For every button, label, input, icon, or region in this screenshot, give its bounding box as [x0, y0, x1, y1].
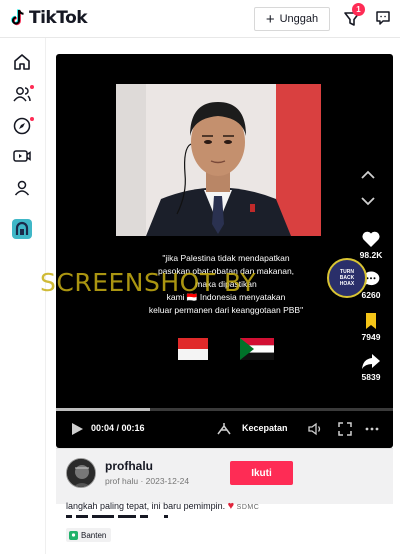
- screenshot-watermark: SCREENSHOT BY: [40, 268, 257, 297]
- author-card: profhalu prof halu · 2023-12-24 Ikuti: [56, 448, 393, 504]
- flags-row: [178, 338, 274, 360]
- home-icon[interactable]: [12, 52, 32, 72]
- share-button[interactable]: 5839: [356, 352, 386, 382]
- avatar[interactable]: [66, 458, 96, 488]
- follow-button[interactable]: Ikuti: [230, 461, 293, 485]
- video-player[interactable]: "jika Palestina tidak mendapatkan pasoka…: [56, 54, 393, 448]
- share-count: 5839: [361, 372, 381, 382]
- following-dot: [30, 85, 34, 89]
- top-bar: TikTok + Unggah 1: [0, 0, 400, 38]
- turnbackhoax-seal-icon: TURN BACK HOAX: [327, 258, 367, 298]
- progress-fill: [56, 408, 151, 411]
- more-icon[interactable]: [364, 422, 380, 436]
- avatar-image: [67, 459, 95, 487]
- video-frame-photo: [116, 84, 321, 236]
- save-count: 7949: [361, 332, 381, 342]
- caption-line: keluar permanen dari keanggotaan PBB": [148, 305, 304, 315]
- location-label: Banten: [81, 530, 107, 540]
- upload-label: Unggah: [279, 13, 319, 25]
- comment-count: 6260: [361, 290, 381, 300]
- following-icon[interactable]: [12, 84, 32, 104]
- volume-icon[interactable]: [308, 422, 324, 436]
- location-tag[interactable]: Banten: [66, 528, 112, 542]
- description-text: langkah paling tepat, ini baru pemimpin.: [66, 501, 226, 511]
- upload-button[interactable]: + Unggah: [254, 7, 330, 31]
- share-icon: [362, 354, 380, 369]
- caption-line: "jika Palestina tidak mendapatkan: [162, 253, 290, 263]
- explore-dot: [30, 117, 34, 121]
- author-username[interactable]: profhalu: [105, 459, 153, 473]
- profile-icon[interactable]: [12, 178, 32, 198]
- tiktok-logo-icon: [11, 9, 24, 26]
- time-display: 00:04 / 00:16: [91, 423, 145, 433]
- indonesia-flag-icon: [178, 338, 208, 360]
- location-pin-icon: [69, 530, 78, 540]
- message-icon[interactable]: [375, 10, 391, 26]
- live-icon[interactable]: [12, 146, 32, 166]
- like-button[interactable]: 98.2K: [356, 230, 386, 260]
- play-icon[interactable]: [70, 422, 84, 436]
- explore-icon[interactable]: [12, 116, 32, 136]
- progress-bar[interactable]: [56, 408, 393, 411]
- brand-name: TikTok: [29, 8, 88, 28]
- cast-icon[interactable]: [216, 422, 232, 436]
- plus-icon: +: [265, 10, 275, 28]
- sudan-flag-icon: [240, 338, 274, 360]
- heart-icon: [362, 231, 380, 247]
- scroll-arrows: [361, 170, 375, 206]
- save-button[interactable]: 7949: [356, 312, 386, 342]
- chevron-up-icon: [361, 170, 375, 179]
- player-controls: 00:04 / 00:16 Kecepatan: [56, 416, 393, 442]
- like-count: 98.2K: [359, 250, 383, 260]
- author-subline: prof halu · 2023-12-24: [105, 476, 190, 486]
- chevron-down-icon: [361, 197, 375, 206]
- notification-badge: 1: [352, 3, 365, 16]
- fullscreen-icon[interactable]: [338, 422, 352, 436]
- speaker-portrait: [116, 84, 321, 236]
- app-icon[interactable]: [12, 219, 32, 239]
- speed-button[interactable]: Kecepatan: [242, 423, 288, 433]
- bookmark-icon: [366, 313, 376, 329]
- truncated-text-line: [66, 515, 168, 518]
- description-tag: SDMC: [236, 504, 260, 511]
- post-description: langkah paling tepat, ini baru pemimpin.…: [66, 500, 259, 512]
- heart-emoji-icon: ♥: [227, 500, 235, 512]
- tiktok-logo[interactable]: TikTok: [10, 8, 88, 28]
